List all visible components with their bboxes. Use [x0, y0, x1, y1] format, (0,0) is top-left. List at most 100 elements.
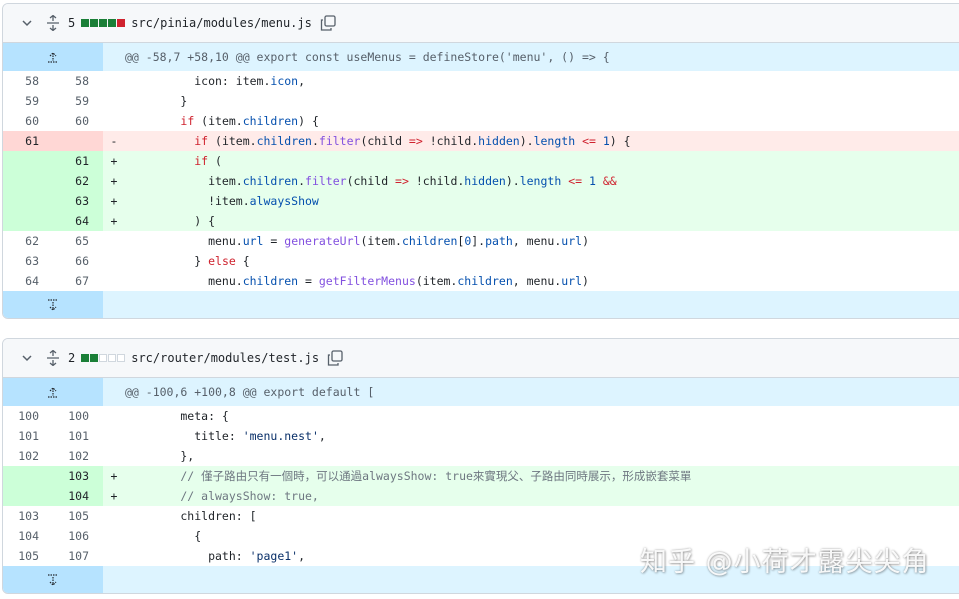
code-text: } [125, 94, 188, 108]
expand-footer [3, 291, 959, 318]
code-text: menu.children = getFilterMenus(item.chil… [125, 274, 589, 288]
new-line-number[interactable]: 60 [53, 111, 103, 131]
new-line-number[interactable]: 106 [53, 526, 103, 546]
expand-down-icon[interactable] [3, 291, 103, 318]
hunk-text: @@ -100,6 +100,8 @@ export default [ [103, 378, 959, 406]
diff-marker [103, 446, 125, 466]
added-line: 104 + // alwaysShow: true, [3, 486, 959, 506]
chevron-down-icon[interactable] [15, 17, 39, 29]
diff-file-menu: 5 src/pinia/modules/menu.js @@ -58,7 +58… [2, 3, 959, 319]
added-line: 64 + ) { [3, 211, 959, 231]
expand-up-icon[interactable] [3, 43, 103, 71]
expand-footer-fill [103, 291, 959, 318]
old-line-number[interactable]: 105 [3, 546, 53, 566]
expand-up-icon[interactable] [3, 378, 103, 406]
file-name-link[interactable]: src/router/modules/test.js [131, 351, 319, 365]
new-line-number[interactable]: 59 [53, 91, 103, 111]
old-line-number[interactable]: 62 [3, 231, 53, 251]
diff-marker [103, 406, 125, 426]
old-line-number[interactable]: 63 [3, 251, 53, 271]
new-line-number[interactable]: 62 [53, 171, 103, 191]
context-line: 102 102 }, [3, 446, 959, 466]
old-line-number[interactable]: 104 [3, 526, 53, 546]
added-line: 62 + item.children.filter(child => !child… [3, 171, 959, 191]
code-text: // 僅子路由只有一個時，可以通過alwaysShow: true來實現父、子路… [125, 466, 959, 486]
context-line: 60 60 if (item.children) { [3, 111, 959, 131]
context-line: 59 59 } [3, 91, 959, 111]
old-line-number[interactable]: 64 [3, 271, 53, 291]
diff-marker [103, 111, 125, 131]
code-text: if (item.children.filter(child => !child… [125, 131, 959, 151]
diffstat-bar [99, 354, 108, 362]
old-line-number[interactable]: 59 [3, 91, 53, 111]
code-text: if ( [125, 151, 959, 171]
old-line-number[interactable]: 101 [3, 426, 53, 446]
chevron-down-icon[interactable] [15, 352, 39, 364]
diffstat-bar [99, 19, 108, 27]
new-line-number[interactable]: 64 [53, 211, 103, 231]
diff-marker [103, 271, 125, 291]
old-line-number[interactable] [3, 211, 53, 231]
new-line-number[interactable]: 66 [53, 251, 103, 271]
unfold-icon[interactable] [41, 350, 65, 366]
unfold-icon[interactable] [41, 15, 65, 31]
code-text: } else { [125, 254, 250, 268]
old-line-number[interactable]: 102 [3, 446, 53, 466]
old-line-number[interactable] [3, 191, 53, 211]
old-line-number[interactable]: 103 [3, 506, 53, 526]
file-header: 2 src/router/modules/test.js [3, 339, 959, 378]
old-line-number[interactable] [3, 466, 53, 486]
hunk-header: @@ -100,6 +100,8 @@ export default [ [3, 378, 959, 406]
new-line-number[interactable]: 65 [53, 231, 103, 251]
old-line-number[interactable]: 61 [3, 131, 53, 151]
file-name-link[interactable]: src/pinia/modules/menu.js [131, 16, 312, 30]
new-line-number[interactable] [53, 131, 103, 151]
diffstat-bar [117, 354, 126, 362]
old-line-number[interactable] [3, 486, 53, 506]
new-line-number[interactable]: 61 [53, 151, 103, 171]
code-text: menu.url = generateUrl(item.children[0].… [125, 234, 589, 248]
copy-icon[interactable] [319, 14, 337, 32]
diff-marker [103, 546, 125, 566]
diffstat-bar [81, 354, 90, 362]
copy-icon[interactable] [326, 349, 344, 367]
old-line-number[interactable]: 100 [3, 406, 53, 426]
expand-down-icon[interactable] [3, 566, 103, 593]
context-line: 103 105 children: [ [3, 506, 959, 526]
file-header: 5 src/pinia/modules/menu.js [3, 4, 959, 43]
old-line-number[interactable]: 58 [3, 71, 53, 91]
old-line-number[interactable]: 60 [3, 111, 53, 131]
diffstat-bar [90, 354, 99, 362]
new-line-number[interactable]: 105 [53, 506, 103, 526]
context-line: 62 65 menu.url = generateUrl(item.childre… [3, 231, 959, 251]
new-line-number[interactable]: 67 [53, 271, 103, 291]
diff-marker [103, 506, 125, 526]
old-line-number[interactable] [3, 151, 53, 171]
code-text: if (item.children) { [180, 114, 319, 128]
new-line-number[interactable]: 58 [53, 71, 103, 91]
diffstat-bar [108, 354, 117, 362]
hunk-header: @@ -58,7 +58,10 @@ export const useMenus… [3, 43, 959, 71]
diff-marker [103, 251, 125, 271]
old-line-number[interactable] [3, 171, 53, 191]
code-text: !item.alwaysShow [125, 191, 959, 211]
hunk-text: @@ -58,7 +58,10 @@ export const useMenus… [103, 43, 959, 71]
diffstat-bars [81, 354, 126, 362]
new-line-number[interactable]: 103 [53, 466, 103, 486]
diff-marker: + [103, 191, 125, 211]
new-line-number[interactable]: 100 [53, 406, 103, 426]
context-line: 63 66 } else { [3, 251, 959, 271]
code-text: meta: { [125, 409, 229, 423]
diff-lines: 58 58 icon: item.icon, 59 59 } 60 60 if (item… [3, 71, 959, 291]
diff-marker: + [103, 486, 125, 506]
context-line: 100 100 meta: { [3, 406, 959, 426]
added-line: 63 + !item.alwaysShow [3, 191, 959, 211]
new-line-number[interactable]: 63 [53, 191, 103, 211]
new-line-number[interactable]: 107 [53, 546, 103, 566]
diff-marker: + [103, 466, 125, 486]
diffstat-bar [90, 19, 99, 27]
new-line-number[interactable]: 102 [53, 446, 103, 466]
code-text: ) { [125, 211, 959, 231]
new-line-number[interactable]: 101 [53, 426, 103, 446]
new-line-number[interactable]: 104 [53, 486, 103, 506]
